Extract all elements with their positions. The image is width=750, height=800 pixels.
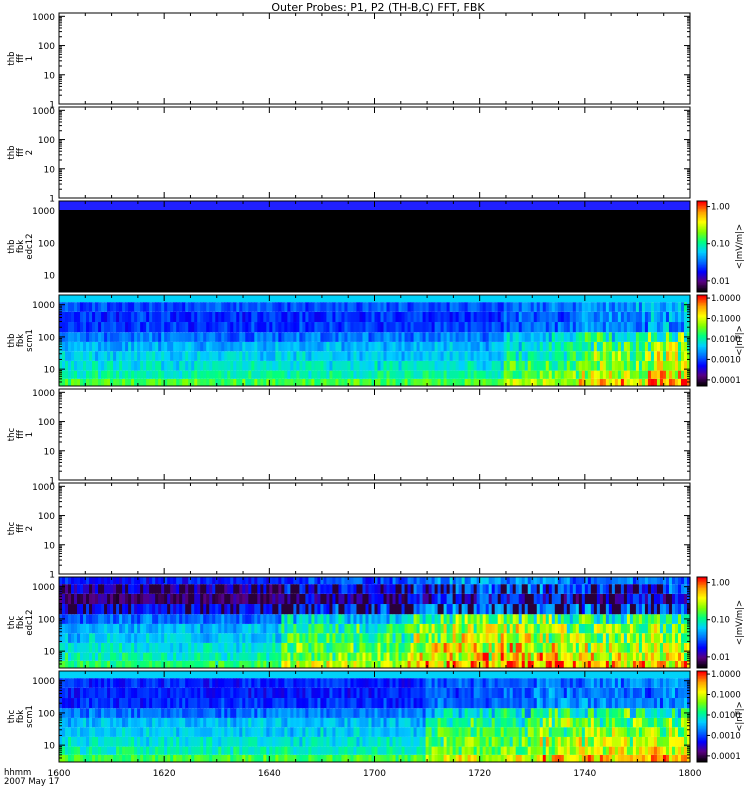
panel-frame	[58, 106, 691, 199]
panel-thc-fff-1: 1000 100 10 1thc fff 1	[7, 388, 691, 487]
y-tick-label: 1	[49, 571, 55, 581]
y-axis-label-line: 1	[25, 432, 35, 437]
colorbar-tick-label: 0.0001	[711, 376, 741, 386]
colorbar-tick-label: 0.01	[711, 277, 730, 287]
y-tick-label: 10	[44, 71, 56, 81]
figure-title: Outer Probes: P1, P2 (TH-B,C) FFT, FBK	[271, 1, 485, 14]
y-tick-label: 1000	[32, 207, 55, 217]
y-tick-label: 1000	[32, 483, 55, 493]
y-tick-label: 1000	[32, 13, 55, 23]
spectrogram-thc-fbk-edc12	[59, 577, 691, 668]
y-tick-label: 1000	[32, 301, 55, 311]
panel-thb-fbk-scm1: 100010010thb fbk scm11.00000.10000.01000.0…	[7, 294, 745, 387]
y-tick-label: 100	[38, 42, 55, 52]
spectrogram-thb-fbk-edc12	[59, 201, 690, 292]
panel-frame	[58, 388, 691, 481]
y-axis-label-line: edc12	[25, 233, 35, 259]
panels-group: 1000100101thb fff 11000100101thb fff 2100010…	[7, 12, 745, 763]
y-axis-label: thb fff 1	[7, 51, 35, 65]
y-axis-label-line: scm1	[25, 329, 35, 352]
colorbar-thb-fbk-edc12: 1.00 0.10 0.01 <|mV/m|>	[696, 200, 745, 293]
y-tick-label: 1000	[32, 389, 55, 399]
y-tick-label: 100	[38, 512, 55, 522]
panel-thc-fbk-edc12: 100010010thc fbk edc121.000.100.01<|mV/m|>	[7, 576, 745, 669]
y-tick-label: 100	[38, 239, 55, 249]
colorbar-label: <|nT|>	[735, 325, 745, 356]
y-tick-label: 10	[44, 447, 56, 457]
spectrogram-cell	[59, 201, 690, 292]
colorbar-label: <|mV/m|>	[735, 224, 745, 269]
y-axis-label: thc fff 1	[7, 427, 35, 441]
panel-thb-fff-2: 1000 100 10 1 thb fff 2	[7, 106, 691, 205]
colorbar-tick-label: 1.0000	[711, 294, 741, 304]
y-tick-label: 100	[38, 418, 55, 428]
y-tick-label: 100	[38, 136, 55, 146]
y-axis-label-line: 1	[25, 56, 35, 61]
spectrogram-figure: Outer Probes: P1, P2 (TH-B,C) FFT, FBK 1…	[4, 1, 745, 787]
y-tick-label: 10	[44, 165, 56, 175]
y-tick-label: 10	[44, 366, 56, 376]
y-axis-label-line: 2	[25, 150, 35, 155]
colorbar-tick-label: 0.1000	[711, 315, 741, 325]
y-tick-label: 10	[44, 541, 56, 551]
colorbar-tick-label: 0.10	[711, 240, 730, 250]
y-axis-label-line: 2	[25, 526, 35, 531]
colorbar-tick-label: 1.00	[711, 203, 730, 213]
spectrogram-thb-fbk-scm1	[59, 295, 691, 386]
y-axis-label: thb fbk edc12	[7, 233, 35, 259]
panel-thc-fff-2: 1000 100 10 1 thc fff 2	[7, 482, 691, 581]
y-axis-label: thb fbk scm1	[7, 329, 35, 352]
y-tick-label: 100	[38, 333, 55, 343]
panel-frame	[58, 12, 691, 105]
panel-frame	[58, 482, 691, 575]
panel-thb-fbk-edc12: 1000 100 10 thb fbk edc12 1.00 0.10 0.01 <|mV/m|>	[7, 200, 745, 293]
colorbar-tick-label: 0.0010	[711, 355, 741, 365]
y-tick-label: 10	[44, 272, 56, 282]
y-tick-label: 1000	[32, 107, 55, 117]
colorbar-thb-fbk-scm1: 1.00000.10000.01000.00100.0001<|nT|>	[696, 294, 745, 387]
y-axis-label: thc fff 2	[7, 521, 35, 535]
y-tick-label: 1	[49, 195, 55, 205]
y-axis-label: thb fff 2	[7, 145, 35, 159]
panel-thb-fff-1: 1000 100 10 1thb fff 1	[7, 12, 691, 111]
